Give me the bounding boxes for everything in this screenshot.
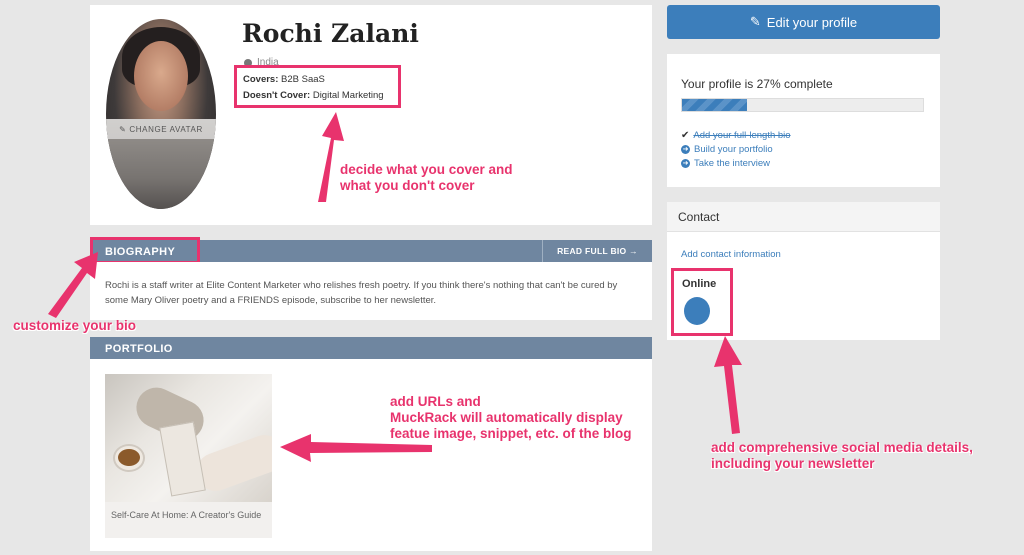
biography-text: Rochi is a staff writer at Elite Content… <box>105 280 618 306</box>
task-build-portfolio[interactable]: ➜ Build your portfolio <box>681 144 773 155</box>
portfolio-caption[interactable]: Self-Care At Home: A Creator's Guide <box>111 510 266 521</box>
portfolio-title: PORTFOLIO <box>105 343 173 355</box>
arrow-circle-icon: ➜ <box>681 159 690 168</box>
annotation-cover-line2: what you don't cover <box>340 178 475 193</box>
portfolio-header: PORTFOLIO <box>90 337 652 359</box>
edit-profile-button[interactable]: ✎ Edit your profile <box>667 5 940 39</box>
image-coffee <box>118 449 140 466</box>
covers-label: Covers: <box>243 74 279 85</box>
annotation-cover: decide what you cover and what you don't… <box>340 162 513 194</box>
completion-progress-bar <box>681 98 924 112</box>
contact-card: Contact Add contact information Online <box>667 202 940 340</box>
social-link-icon[interactable] <box>684 297 710 325</box>
task-label: Take the interview <box>694 158 771 169</box>
doesnt-cover-value: Digital Marketing <box>312 90 384 101</box>
completion-title: Your profile is 27% complete <box>681 77 833 91</box>
portfolio-feature-image[interactable] <box>105 374 272 502</box>
annotation-social-line2: including your newsletter <box>711 456 875 471</box>
annotation-urls: add URLs and MuckRack will automatically… <box>390 394 632 442</box>
pencil-icon: ✎ <box>119 124 127 134</box>
online-highlight-box: Online <box>671 268 733 336</box>
biography-card: Rochi is a staff writer at Elite Content… <box>90 262 652 320</box>
biography-title: BIOGRAPHY <box>105 246 176 258</box>
task-label: Build your portfolio <box>694 144 773 155</box>
covers-row: Covers: B2B SaaS <box>243 72 398 88</box>
annotation-bio: customize your bio <box>13 318 137 333</box>
portfolio-card: Self-Care At Home: A Creator's Guide <box>90 359 652 551</box>
arrow-circle-icon: ➜ <box>681 145 690 154</box>
avatar[interactable]: ✎ CHANGE AVATAR <box>106 19 216 209</box>
annotation-urls-line2: MuckRack will automatically display <box>390 410 623 425</box>
doesnt-cover-row: Doesn't Cover: Digital Marketing <box>243 88 398 104</box>
annotation-urls-line1: add URLs and <box>390 394 481 409</box>
annotation-social: add comprehensive social media details, … <box>711 440 973 472</box>
profile-completion-card: Your profile is 27% complete ✔ Add your … <box>667 54 940 187</box>
edit-profile-label: Edit your profile <box>766 14 858 30</box>
pencil-icon: ✎ <box>749 14 761 29</box>
task-label: Add your full-length bio <box>693 130 791 141</box>
change-avatar-button[interactable]: ✎ CHANGE AVATAR <box>106 119 216 139</box>
arrow-social <box>714 336 742 434</box>
biography-header: BIOGRAPHY READ FULL BIO → <box>90 237 652 264</box>
annotation-cover-line1: decide what you cover and <box>340 162 513 177</box>
completion-progress-fill <box>682 99 748 111</box>
avatar-face <box>134 41 188 111</box>
annotation-social-line1: add comprehensive social media details, <box>711 440 973 455</box>
read-full-bio-button[interactable]: READ FULL BIO → <box>542 240 652 262</box>
online-label: Online <box>682 278 717 290</box>
change-avatar-label: CHANGE AVATAR <box>129 124 203 134</box>
task-take-interview[interactable]: ➜ Take the interview <box>681 158 770 169</box>
task-add-bio[interactable]: ✔ Add your full-length bio <box>681 130 791 141</box>
add-contact-link[interactable]: Add contact information <box>681 249 781 260</box>
annotation-urls-line3: featue image, snippet, etc. of the blog <box>390 426 632 441</box>
check-icon: ✔ <box>681 130 690 141</box>
covers-value: B2B SaaS <box>281 74 325 85</box>
covers-highlight-box: Covers: B2B SaaS Doesn't Cover: Digital … <box>234 65 401 108</box>
contact-title: Contact <box>667 202 940 232</box>
doesnt-cover-label: Doesn't Cover: <box>243 90 311 101</box>
portfolio-item[interactable]: Self-Care At Home: A Creator's Guide <box>105 374 272 538</box>
profile-name: Rochi Zalani <box>242 19 419 48</box>
